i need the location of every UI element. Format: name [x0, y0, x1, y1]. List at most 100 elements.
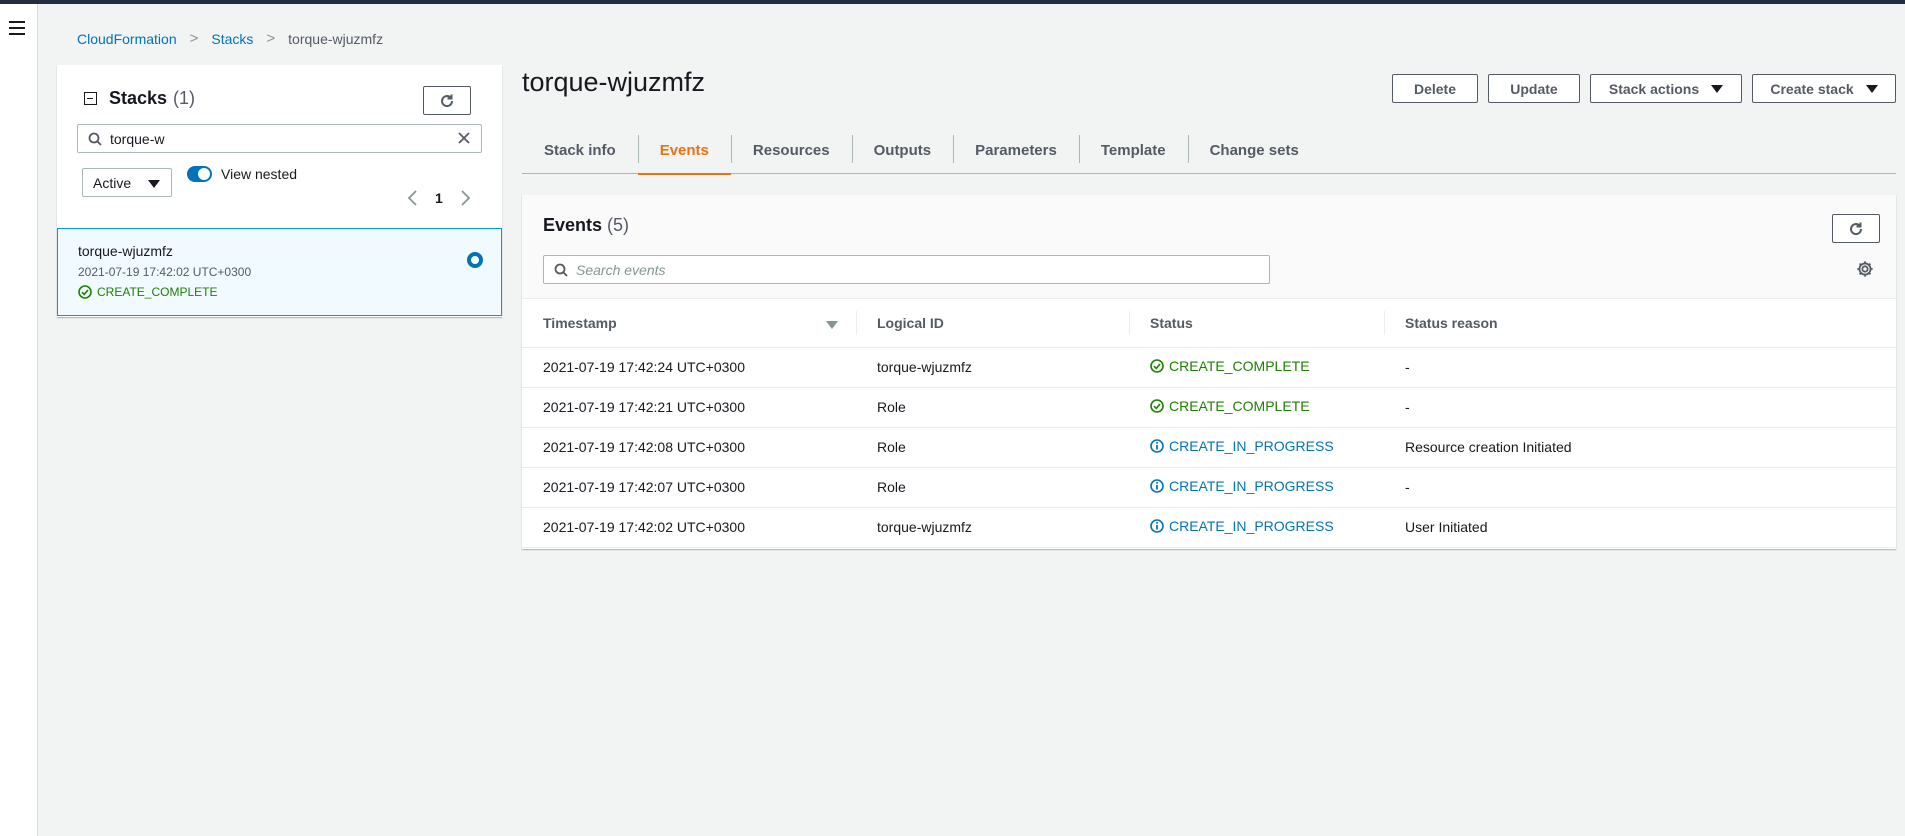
tab-change-sets[interactable]: Change sets	[1187, 127, 1321, 174]
view-nested-label: View nested	[221, 166, 298, 182]
cell-status-reason: -	[1384, 467, 1896, 508]
status-indicator: CREATE_IN_PROGRESS	[1150, 478, 1334, 494]
stacks-title: Stacks	[109, 88, 168, 108]
events-search-input[interactable]	[576, 261, 1256, 278]
table-row: 2021-07-19 17:42:21 UTC+0300 Role CREATE_C…	[522, 387, 1896, 428]
stack-actions-button[interactable]: Stack actions	[1590, 74, 1742, 103]
cell-status: CREATE_IN_PROGRESS	[1129, 507, 1384, 548]
chevron-right-icon: >	[189, 30, 199, 47]
update-button[interactable]: Update	[1488, 74, 1580, 103]
update-button-label: Update	[1510, 80, 1558, 97]
breadcrumb-stacks[interactable]: Stacks	[211, 31, 253, 47]
cell-timestamp: 2021-07-19 17:42:07 UTC+0300	[522, 467, 856, 508]
chevron-right-icon: >	[266, 30, 276, 47]
cell-status-reason: -	[1384, 347, 1896, 388]
status-indicator: CREATE_IN_PROGRESS	[1150, 518, 1334, 534]
stack-item-status: CREATE_COMPLETE	[78, 285, 217, 299]
column-header-status: Status	[1129, 299, 1384, 348]
cell-timestamp: 2021-07-19 17:42:21 UTC+0300	[522, 387, 856, 428]
create-stack-button[interactable]: Create stack	[1752, 74, 1896, 103]
refresh-icon	[441, 94, 454, 107]
sort-icon[interactable]	[826, 321, 838, 329]
stack-item-status-text: CREATE_COMPLETE	[97, 285, 218, 299]
cell-logical-id: torque-wjuzmfz	[856, 507, 1129, 548]
events-header: Events (5)	[522, 195, 1896, 299]
create-stack-label: Create stack	[1770, 80, 1854, 97]
left-nav-rail	[0, 4, 38, 836]
stacks-refresh-button[interactable]	[423, 86, 471, 115]
tab-outputs[interactable]: Outputs	[851, 127, 954, 174]
filter-value: Active	[93, 174, 132, 191]
table-row: 2021-07-19 17:42:02 UTC+0300 torque-wjuzm…	[522, 507, 1896, 548]
cell-logical-id: Role	[856, 427, 1129, 468]
breadcrumb-cloudformation[interactable]: CloudFormation	[77, 31, 177, 47]
column-header-logical-id: Logical ID	[856, 299, 1129, 348]
status-text: CREATE_IN_PROGRESS	[1169, 438, 1334, 454]
chevron-left-icon[interactable]	[403, 188, 423, 208]
status-indicator: CREATE_IN_PROGRESS	[1150, 438, 1334, 454]
tab-resources[interactable]: Resources	[730, 127, 852, 174]
stack-list-item[interactable]: torque-wjuzmfz 2021-07-19 17:42:02 UTC+0…	[57, 228, 502, 316]
tab-stack-info[interactable]: Stack info	[522, 127, 638, 174]
cell-status: CREATE_COMPLETE	[1129, 387, 1384, 428]
cell-logical-id: Role	[856, 467, 1129, 508]
cell-timestamp: 2021-07-19 17:42:08 UTC+0300	[522, 427, 856, 468]
cell-status-reason: User Initiated	[1384, 507, 1896, 548]
search-icon	[554, 263, 568, 277]
status-text: CREATE_IN_PROGRESS	[1169, 518, 1334, 534]
caret-down-icon	[1865, 84, 1878, 93]
table-row: 2021-07-19 17:42:08 UTC+0300 Role CREATE_I…	[522, 427, 1896, 468]
column-header-label: Timestamp	[543, 314, 617, 331]
gear-icon[interactable]	[1856, 260, 1874, 278]
info-icon	[1150, 479, 1164, 493]
chevron-right-icon[interactable]	[455, 188, 475, 208]
info-icon	[1150, 519, 1164, 533]
table-header-row: Timestamp Logical ID Status Status reaso…	[522, 299, 1896, 348]
events-refresh-button[interactable]	[1832, 214, 1880, 243]
status-indicator: CREATE_COMPLETE	[1150, 398, 1310, 414]
stack-actions-label: Stack actions	[1608, 80, 1700, 97]
column-header-timestamp[interactable]: Timestamp	[522, 299, 856, 348]
collapse-icon[interactable]	[84, 92, 97, 105]
delete-button[interactable]: Delete	[1392, 74, 1478, 103]
stacks-search-input[interactable]	[110, 130, 440, 147]
refresh-icon	[1850, 222, 1863, 235]
events-title: Events	[543, 215, 603, 235]
stack-item-date: 2021-07-19 17:42:02 UTC+0300	[78, 265, 252, 279]
delete-button-label: Delete	[1413, 80, 1457, 97]
column-header-status-reason: Status reason	[1384, 299, 1896, 348]
tab-parameters[interactable]: Parameters	[953, 127, 1079, 174]
status-text: CREATE_COMPLETE	[1169, 358, 1310, 374]
stacks-count: (1)	[173, 88, 196, 108]
table-row: 2021-07-19 17:42:07 UTC+0300 Role CREATE_I…	[522, 467, 1896, 508]
status-text: CREATE_COMPLETE	[1169, 398, 1310, 414]
stacks-heading: Stacks (1)	[84, 88, 195, 109]
success-icon	[78, 285, 92, 299]
success-icon	[1150, 359, 1164, 373]
top-bar	[0, 0, 1905, 4]
tab-events[interactable]: Events	[637, 127, 732, 175]
page-title: torque-wjuzmfz	[522, 67, 706, 97]
cell-status: CREATE_COMPLETE	[1129, 347, 1384, 388]
cell-timestamp: 2021-07-19 17:42:24 UTC+0300	[522, 347, 856, 388]
breadcrumb: CloudFormation > Stacks > torque-wjuzmfz	[77, 30, 383, 47]
stacks-search-field	[77, 124, 482, 153]
caret-down-icon	[1711, 84, 1724, 93]
success-icon	[1150, 399, 1164, 413]
cell-logical-id: Role	[856, 387, 1129, 428]
stack-item-name: torque-wjuzmfz	[78, 243, 173, 259]
events-table: Timestamp Logical ID Status Status reaso…	[522, 299, 1896, 548]
cell-status-reason: -	[1384, 387, 1896, 428]
cell-status: CREATE_IN_PROGRESS	[1129, 467, 1384, 508]
stack-status-filter[interactable]: Active	[82, 168, 172, 197]
events-count: (5)	[607, 215, 630, 235]
view-nested-toggle[interactable]	[187, 166, 212, 182]
menu-icon[interactable]	[9, 21, 25, 35]
info-icon	[1150, 439, 1164, 453]
page-number[interactable]: 1	[435, 190, 443, 206]
stack-select-radio[interactable]	[467, 252, 483, 268]
pagination: 1	[403, 188, 475, 208]
clear-icon[interactable]	[457, 131, 471, 145]
tab-template[interactable]: Template	[1078, 127, 1188, 174]
cell-status: CREATE_IN_PROGRESS	[1129, 427, 1384, 468]
